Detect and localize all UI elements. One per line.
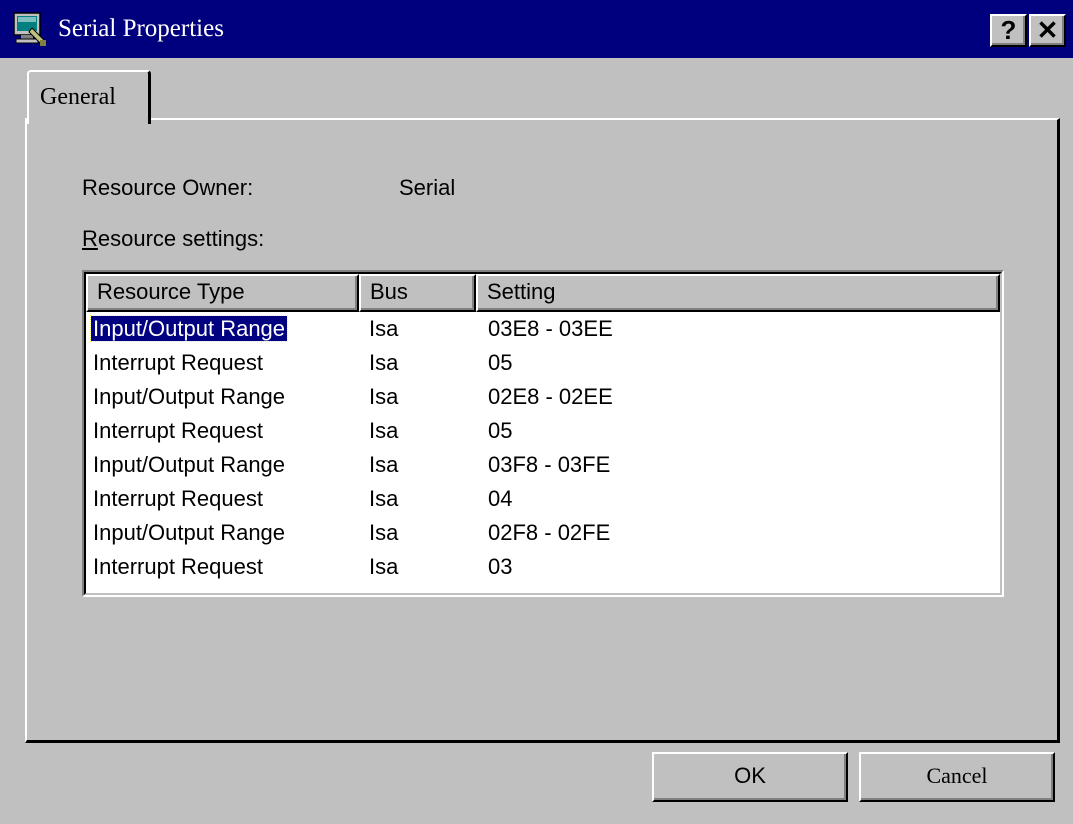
resource-settings-list-inner: Resource Type Bus Setting Input/Output R… (84, 272, 1002, 595)
cell-bus: Isa (369, 486, 399, 511)
cancel-button[interactable]: Cancel (859, 752, 1055, 802)
cell-resource-type-text: Interrupt Request (93, 418, 263, 443)
cell-setting: 03F8 - 03FE (488, 452, 611, 477)
cell-resource-type-text: Interrupt Request (93, 486, 263, 511)
table-row[interactable]: Input/Output Range Isa 02F8 - 02FE (86, 516, 1000, 550)
cell-resource-type-text: Interrupt Request (93, 350, 263, 375)
cell-bus: Isa (369, 350, 399, 375)
tab-general-label: General (40, 84, 116, 110)
cell-resource-type: Input/Output Range (93, 380, 285, 414)
column-header-setting[interactable]: Setting (476, 274, 1000, 312)
cell-bus: Isa (369, 554, 399, 579)
cell-resource-type: Interrupt Request (93, 550, 263, 584)
cell-setting: 05 (488, 350, 513, 375)
cell-resource-type: Input/Output Range (93, 516, 285, 550)
cell-resource-type: Input/Output Range (93, 448, 285, 482)
window-title: Serial Properties (58, 15, 224, 42)
cell-bus: Isa (369, 520, 399, 545)
cell-bus: Isa (369, 418, 399, 443)
close-button[interactable]: ✕ (1029, 14, 1066, 47)
table-row[interactable]: Interrupt Request Isa 04 (86, 482, 1000, 516)
serial-properties-dialog: Serial Properties ? ✕ General Resource O… (0, 0, 1073, 824)
cell-resource-type-text: Input/Output Range (93, 384, 286, 409)
resource-settings-label: Resource settings: (82, 226, 264, 252)
cell-setting: 05 (488, 418, 513, 443)
table-row[interactable]: Input/Output Range Isa 03E8 - 03EE (86, 312, 1000, 346)
table-row[interactable]: Interrupt Request Isa 05 (86, 346, 1000, 380)
column-header-resource-type[interactable]: Resource Type (86, 274, 359, 312)
cell-bus: Isa (369, 316, 399, 341)
table-row[interactable]: Interrupt Request Isa 05 (86, 414, 1000, 448)
cell-resource-type: Interrupt Request (93, 482, 263, 516)
general-tab-panel: Resource Owner: Serial Resource settings… (25, 118, 1060, 743)
cell-resource-type-text: Input/Output Range (93, 452, 286, 477)
tab-general[interactable]: General (27, 70, 151, 124)
column-header-bus[interactable]: Bus (359, 274, 476, 312)
cell-resource-type: Interrupt Request (93, 414, 263, 448)
cell-resource-type-text: Interrupt Request (93, 554, 263, 579)
resource-owner-label: Resource Owner: (82, 175, 254, 200)
resource-settings-list[interactable]: Resource Type Bus Setting Input/Output R… (82, 270, 1004, 597)
title-bar[interactable]: Serial Properties ? ✕ (0, 0, 1073, 58)
table-row[interactable]: Interrupt Request Isa 03 (86, 550, 1000, 584)
help-button[interactable]: ? (990, 14, 1027, 47)
ok-button[interactable]: OK (652, 752, 848, 802)
cell-setting: 03E8 - 03EE (488, 316, 613, 341)
cell-bus: Isa (369, 384, 399, 409)
cell-resource-type: Input/Output Range (89, 312, 289, 346)
cell-setting: 04 (488, 486, 513, 511)
cell-resource-type: Interrupt Request (93, 346, 263, 380)
close-icon: ✕ (1036, 15, 1059, 45)
cell-setting: 02F8 - 02FE (488, 520, 611, 545)
cell-resource-type-text: Input/Output Range (89, 315, 289, 342)
list-header: Resource Type Bus Setting (86, 274, 1000, 312)
resource-settings-accelerator: R (82, 226, 98, 251)
cell-bus: Isa (369, 452, 399, 477)
table-row[interactable]: Input/Output Range Isa 02E8 - 02EE (86, 380, 1000, 414)
resource-settings-label-text: esource settings: (97, 226, 265, 251)
resource-owner-value: Serial (399, 175, 456, 200)
cell-setting: 03 (488, 554, 513, 579)
table-row[interactable]: Input/Output Range Isa 03F8 - 03FE (86, 448, 1000, 482)
cell-resource-type-text: Input/Output Range (93, 520, 286, 545)
cell-setting: 02E8 - 02EE (488, 384, 613, 409)
device-properties-icon (10, 10, 50, 50)
